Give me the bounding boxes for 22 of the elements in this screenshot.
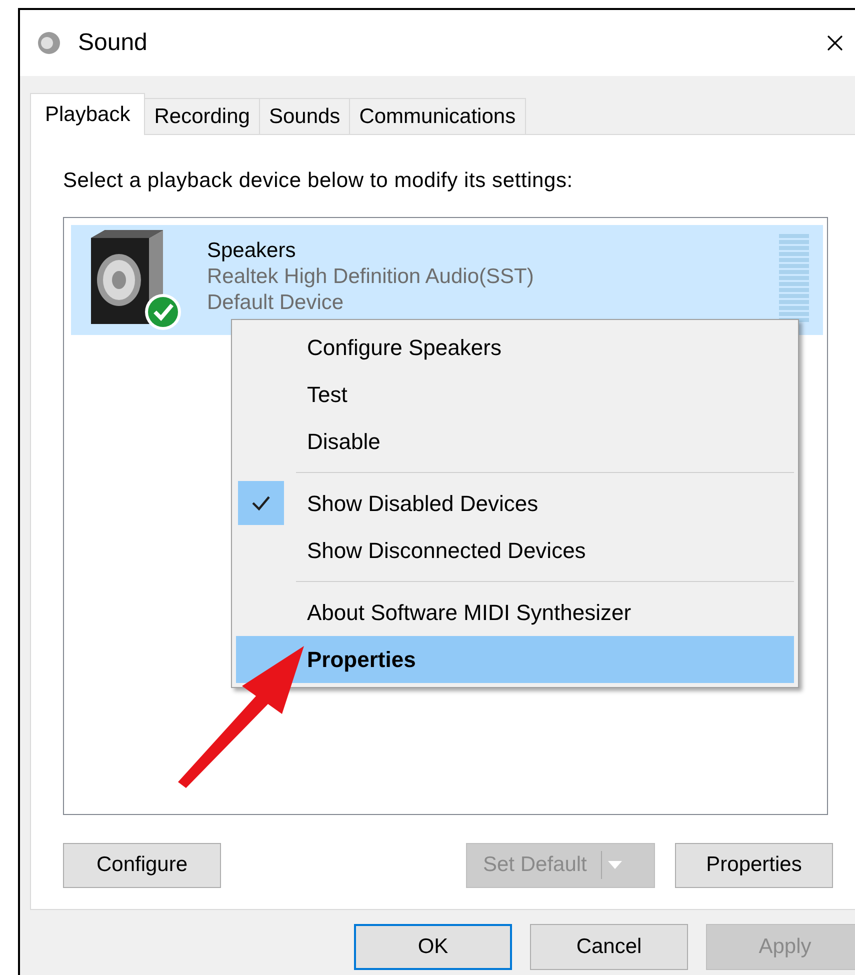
panel-button[interactable]: Configure [63,842,221,888]
menu-item[interactable]: About Software MIDI Synthesizer [236,588,794,636]
menu-item[interactable]: Test [236,370,794,418]
dialog-button[interactable]: OK [354,924,512,970]
device-driver: Realtek High Definition Audio(SST) [207,264,534,290]
level-meter-icon [779,234,809,324]
tab[interactable]: Communications [350,98,526,134]
menu-item[interactable]: Show Disconnected Devices [236,526,794,574]
tab[interactable]: Recording [145,98,260,134]
tab[interactable]: Playback [30,93,146,135]
device-name: Speakers [207,238,297,264]
menu-item[interactable]: Properties [236,636,794,682]
panel-button[interactable]: Properties [675,842,833,888]
menu-item[interactable]: Show Disabled Devices [236,480,794,526]
menu-item[interactable]: Disable [236,418,794,464]
dialog-button[interactable]: Cancel [530,924,688,970]
device-status: Default Device [207,290,345,316]
tab[interactable]: Sounds [260,98,350,134]
caret-icon [606,860,623,870]
device-row[interactable]: Speakers Realtek High Definition Audio(SST) Default Device [71,224,823,334]
instruction-text: Select a playback device below to modify its settings: [63,168,574,194]
window-title: Sound [78,28,148,58]
